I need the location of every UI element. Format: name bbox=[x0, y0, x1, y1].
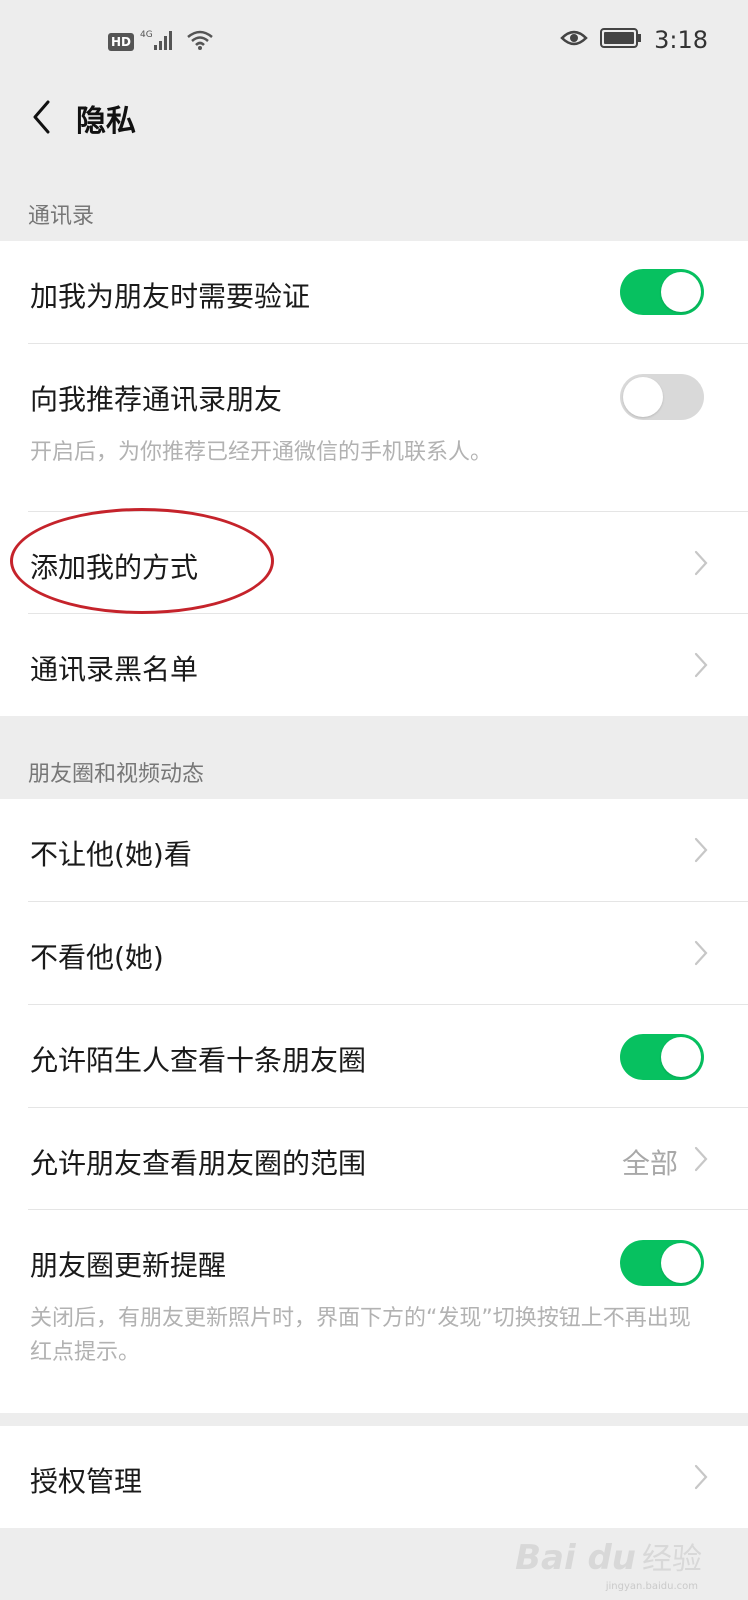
status-bar: HD 4G 3:18 bbox=[0, 0, 748, 82]
strangers-view-toggle[interactable] bbox=[620, 1034, 704, 1080]
clock: 3:18 bbox=[654, 26, 708, 54]
setting-add-me-methods[interactable]: 添加我的方式 bbox=[0, 512, 748, 614]
watermark-logo: Bai du bbox=[515, 1538, 636, 1578]
watermark-url: jingyan.baidu.com bbox=[605, 1581, 698, 1592]
setting-require-verification[interactable]: 加我为朋友时需要验证 bbox=[0, 241, 748, 344]
chevron-right-icon bbox=[694, 837, 708, 863]
toggle-knob bbox=[661, 1243, 701, 1283]
setting-friends-view-range[interactable]: 允许朋友查看朋友圈的范围 全部 bbox=[0, 1108, 748, 1210]
update-reminder-toggle[interactable] bbox=[620, 1240, 704, 1286]
back-button[interactable] bbox=[20, 92, 64, 142]
row-value: 全部 bbox=[621, 1147, 678, 1180]
back-arrow-icon bbox=[33, 100, 50, 134]
verification-toggle[interactable] bbox=[620, 269, 704, 315]
watermark-text: 经验 bbox=[642, 1542, 702, 1577]
contacts-group: 加我为朋友时需要验证 向我推荐通讯录朋友 开启后，为你推荐已经开通微信的手机联系… bbox=[0, 241, 748, 716]
eye-icon bbox=[560, 28, 588, 52]
toggle-knob bbox=[661, 1037, 701, 1077]
nav-bar: 隐私 bbox=[0, 82, 748, 158]
row-label: 加我为朋友时需要验证 bbox=[30, 280, 311, 313]
row-label: 向我推荐通讯录朋友 bbox=[30, 383, 283, 416]
status-left: HD 4G bbox=[108, 28, 214, 56]
row-label: 允许朋友查看朋友圈的范围 bbox=[30, 1147, 367, 1180]
signal-icon: 4G bbox=[140, 28, 180, 56]
moments-group: 不让他(她)看 不看他(她) 允许陌生人查看十条朋友圈 允许朋友查看朋友圈的范围… bbox=[0, 799, 748, 1413]
setting-recommend-contacts[interactable]: 向我推荐通讯录朋友 开启后，为你推荐已经开通微信的手机联系人。 bbox=[0, 344, 748, 512]
row-label: 添加我的方式 bbox=[30, 551, 199, 584]
toggle-knob bbox=[661, 272, 701, 312]
battery-icon bbox=[600, 27, 642, 53]
row-label: 朋友圈更新提醒 bbox=[30, 1249, 227, 1282]
chevron-right-icon bbox=[694, 940, 708, 966]
row-description: 开启后，为你推荐已经开通微信的手机联系人。 bbox=[30, 440, 493, 465]
chevron-right-icon bbox=[694, 550, 708, 576]
row-label: 通讯录黑名单 bbox=[30, 653, 199, 686]
row-label: 授权管理 bbox=[30, 1465, 143, 1498]
baidu-watermark: Bai du 经验 bbox=[515, 1534, 702, 1578]
wifi-icon bbox=[186, 29, 214, 55]
network-label: 4G bbox=[140, 30, 153, 40]
chevron-right-icon bbox=[694, 1464, 708, 1490]
chevron-right-icon bbox=[694, 652, 708, 678]
setting-authorization-management[interactable]: 授权管理 bbox=[0, 1426, 748, 1528]
status-right: 3:18 bbox=[560, 26, 708, 54]
recommend-contacts-toggle[interactable] bbox=[620, 374, 704, 420]
chevron-right-icon bbox=[694, 1146, 708, 1172]
toggle-knob bbox=[623, 377, 663, 417]
row-label: 不让他(她)看 bbox=[30, 838, 192, 871]
section-header-label: 通讯录 bbox=[28, 204, 95, 229]
row-label: 不看他(她) bbox=[30, 941, 164, 974]
page-title: 隐私 bbox=[76, 104, 136, 139]
section-header-label: 朋友圈和视频动态 bbox=[28, 762, 205, 787]
setting-strangers-view-ten[interactable]: 允许陌生人查看十条朋友圈 bbox=[0, 1005, 748, 1108]
hd-badge: HD bbox=[108, 33, 135, 51]
row-description: 关闭后，有朋友更新照片时，界面下方的“发现”切换按钮上不再出现红点提示。 bbox=[30, 1306, 691, 1365]
setting-hide-their-posts[interactable]: 不看他(她) bbox=[0, 902, 748, 1005]
setting-hide-my-posts[interactable]: 不让他(她)看 bbox=[0, 799, 748, 902]
setting-moments-update-reminder[interactable]: 朋友圈更新提醒 关闭后，有朋友更新照片时，界面下方的“发现”切换按钮上不再出现红… bbox=[0, 1210, 748, 1413]
setting-contacts-blacklist[interactable]: 通讯录黑名单 bbox=[0, 614, 748, 716]
row-label: 允许陌生人查看十条朋友圈 bbox=[30, 1044, 367, 1077]
auth-group: 授权管理 bbox=[0, 1426, 748, 1528]
